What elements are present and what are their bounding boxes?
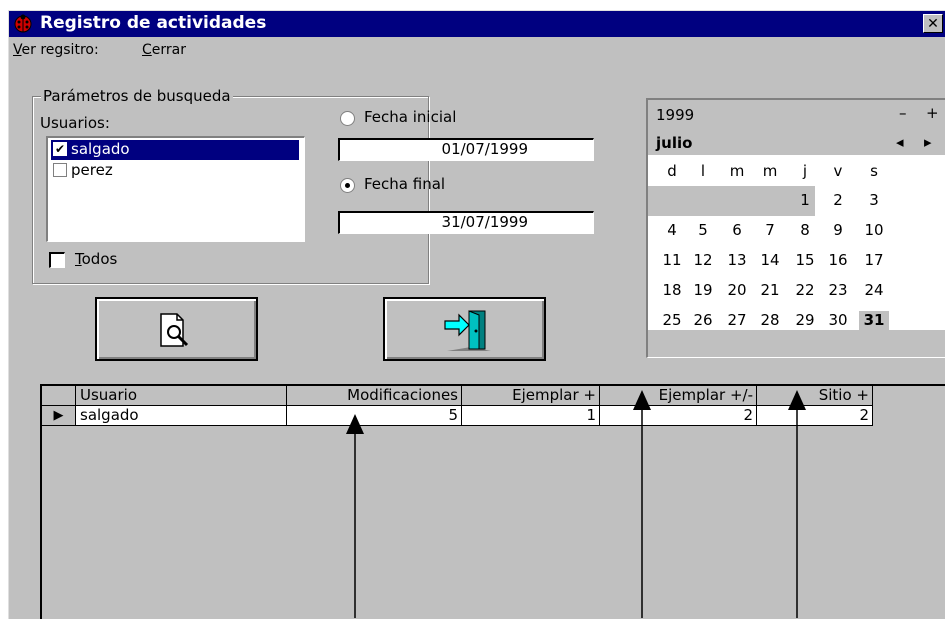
annotation-arrows [346,390,806,618]
arrow-sitio [788,390,806,618]
arrow-modificaciones [346,414,364,618]
arrow-ejemplar-mas-menos [633,390,651,618]
